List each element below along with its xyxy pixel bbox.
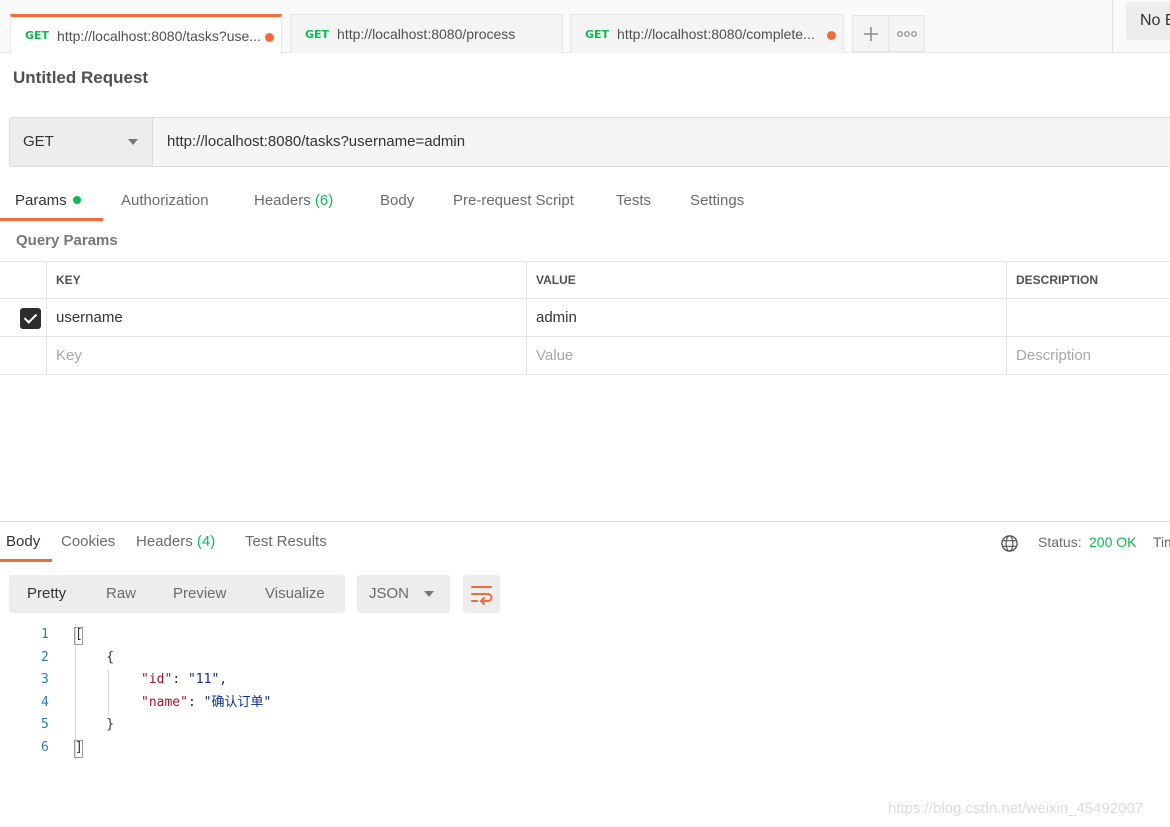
line-number: 3 <box>41 672 49 688</box>
code-line: 2 { <box>0 647 1170 670</box>
param-value-cell[interactable]: admin <box>526 299 1007 336</box>
status-value[interactable]: 200 OK <box>1089 534 1136 550</box>
pane-resizer[interactable] <box>0 521 1170 522</box>
wrap-lines-button[interactable] <box>463 575 500 613</box>
tab-params[interactable]: Params <box>0 185 103 221</box>
new-tab-button[interactable] <box>852 15 889 52</box>
tab-url: http://localhost:8080/tasks?use... <box>57 27 261 44</box>
environment-select[interactable]: No E <box>1126 2 1170 40</box>
request-tab-process[interactable]: GET http://localhost:8080/process <box>290 14 563 53</box>
query-params-table: KEY VALUE DESCRIPTION username admin Key… <box>0 261 1170 375</box>
code-line: 4 "name": "确认订单" <box>0 692 1170 715</box>
column-header-key: KEY <box>46 262 527 298</box>
divider <box>1112 0 1113 53</box>
code-line: 6 ] <box>0 737 1170 760</box>
format-value: JSON <box>369 585 410 602</box>
response-tabs: Body Cookies Headers (4) Test Results St… <box>0 528 1170 564</box>
view-pretty-button[interactable]: Pretty <box>27 575 66 613</box>
table-header-row: KEY VALUE DESCRIPTION <box>0 261 1170 299</box>
request-tab-complete[interactable]: GET http://localhost:8080/complete... <box>570 14 844 53</box>
tab-label: Params <box>15 192 67 209</box>
query-params-label: Query Params <box>16 232 118 249</box>
response-tab-headers[interactable]: Headers (4) <box>136 528 215 562</box>
tab-url: http://localhost:8080/complete... <box>617 26 815 42</box>
more-tabs-button[interactable] <box>888 15 925 52</box>
tab-headers[interactable]: Headers (6) <box>254 185 333 221</box>
active-indicator-icon <box>72 196 81 204</box>
tab-settings[interactable]: Settings <box>690 185 744 221</box>
code-text: "id": "11", <box>141 672 228 688</box>
response-body-editor[interactable]: 1 [ 2 { 3 "id": "11", 4 "name": "确认订单" 5… <box>0 624 1170 760</box>
line-number: 6 <box>41 739 49 755</box>
unsaved-dot-icon <box>827 31 836 40</box>
watermark: https://blog.csdn.net/weixin_45492007 <box>888 800 1144 817</box>
tab-method: GET <box>585 27 610 41</box>
new-key-input[interactable]: Key <box>46 337 527 374</box>
time-label: Time <box>1153 534 1170 550</box>
request-title[interactable]: Untitled Request <box>13 68 148 88</box>
headers-count: (6) <box>314 192 334 209</box>
param-key-cell[interactable]: username <box>46 299 527 336</box>
column-header-description: DESCRIPTION <box>1006 262 1170 298</box>
header-checkbox-cell <box>0 262 47 298</box>
tab-url: http://localhost:8080/process <box>337 26 516 42</box>
request-tab-tasks[interactable]: GET http://localhost:8080/tasks?use... <box>10 14 282 54</box>
more-options-icon <box>896 30 917 37</box>
new-description-input[interactable]: Description <box>1006 337 1170 374</box>
line-number: 2 <box>41 649 49 665</box>
unsaved-dot-icon <box>265 33 274 42</box>
code-line: 3 "id": "11", <box>0 669 1170 692</box>
request-tab-bar: GET http://localhost:8080/tasks?use... G… <box>0 0 1170 54</box>
headers-count: (4) <box>196 533 216 550</box>
table-row-new: Key Value Description <box>0 337 1170 375</box>
tab-body[interactable]: Body <box>380 185 414 221</box>
format-select[interactable]: JSON <box>357 575 450 613</box>
code-text: "name": "确认订单" <box>141 694 272 710</box>
method-select[interactable]: GET <box>10 118 153 166</box>
status-label: Status: <box>1038 534 1082 550</box>
bracket-match-highlight <box>74 740 83 758</box>
tab-tests[interactable]: Tests <box>616 185 651 221</box>
enable-param-checkbox[interactable] <box>20 308 41 329</box>
response-tab-test-results[interactable]: Test Results <box>245 528 327 562</box>
line-number: 5 <box>41 717 49 733</box>
line-number: 1 <box>41 627 49 642</box>
url-input[interactable]: http://localhost:8080/tasks?username=adm… <box>154 118 1170 166</box>
view-visualize-button[interactable]: Visualize <box>265 575 325 613</box>
plus-icon <box>863 26 878 41</box>
tab-label: Headers <box>136 533 193 550</box>
row-checkbox-cell <box>0 299 47 336</box>
view-raw-button[interactable]: Raw <box>106 575 136 613</box>
globe-icon[interactable] <box>1000 534 1019 553</box>
column-header-value: VALUE <box>526 262 1007 298</box>
param-description-cell[interactable] <box>1006 299 1170 336</box>
code-line: 1 [ <box>0 624 1170 647</box>
response-tab-body[interactable]: Body <box>0 528 52 562</box>
tab-method: GET <box>25 29 50 42</box>
new-value-input[interactable]: Value <box>526 337 1007 374</box>
response-view-toggle: Pretty Raw Preview Visualize <box>9 575 345 613</box>
code-line: 5 } <box>0 714 1170 737</box>
tab-method: GET <box>305 27 330 41</box>
bracket-match-highlight <box>74 627 83 645</box>
chevron-down-icon <box>128 139 138 145</box>
table-row: username admin <box>0 299 1170 337</box>
line-number: 4 <box>41 694 49 710</box>
request-section-tabs: Params Authorization Headers (6) Body Pr… <box>0 185 1170 221</box>
tab-label: Headers <box>254 192 311 209</box>
response-tab-cookies[interactable]: Cookies <box>61 528 115 562</box>
tab-authorization[interactable]: Authorization <box>121 185 209 221</box>
tab-pre-request-script[interactable]: Pre-request Script <box>453 185 574 221</box>
row-checkbox-cell <box>0 337 47 374</box>
method-value: GET <box>23 133 54 150</box>
url-bar: GET http://localhost:8080/tasks?username… <box>9 117 1170 167</box>
view-preview-button[interactable]: Preview <box>173 575 226 613</box>
code-text: } <box>75 717 115 733</box>
wrap-lines-icon <box>471 586 493 605</box>
chevron-down-icon <box>424 591 434 597</box>
code-text: { <box>75 649 115 665</box>
